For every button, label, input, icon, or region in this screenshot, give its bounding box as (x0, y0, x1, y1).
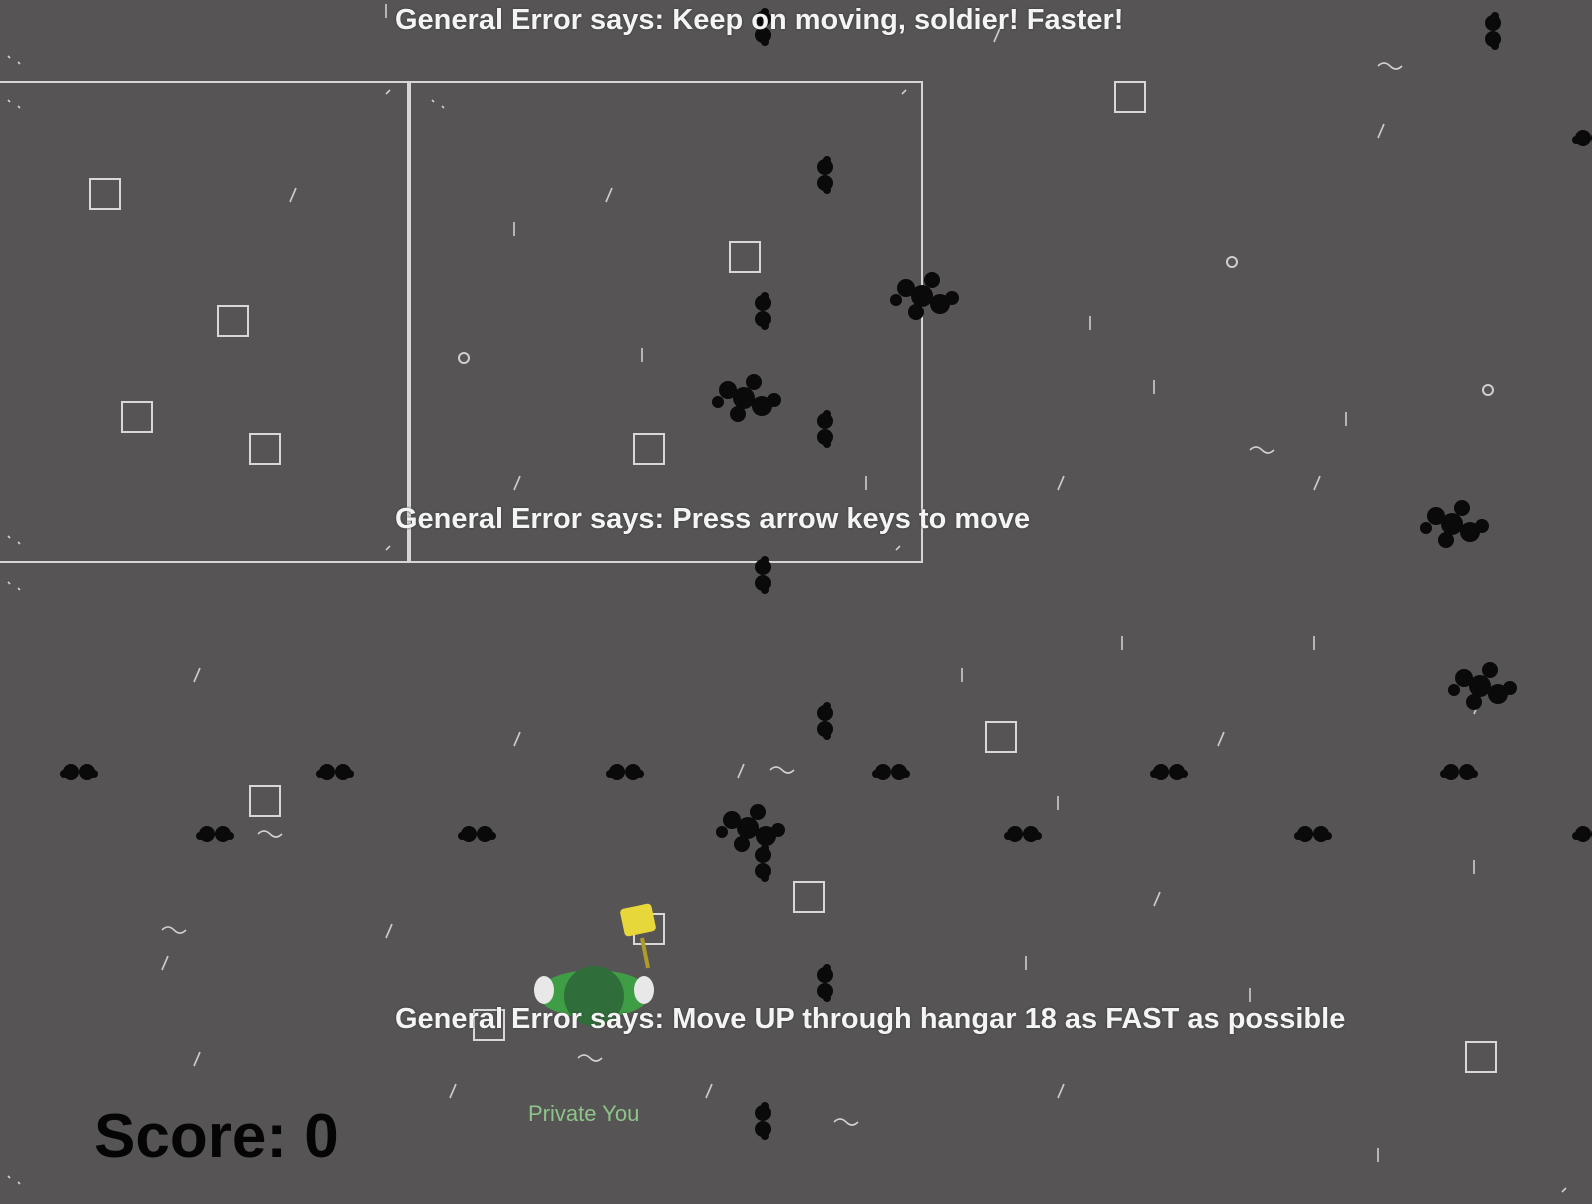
crate-icon (1114, 81, 1146, 113)
bolt-icon (1482, 384, 1494, 396)
general-message-bottom: General Error says: Move UP through hang… (395, 1003, 1346, 1035)
crate-icon (121, 401, 153, 433)
general-message-top: General Error says: Keep on moving, sold… (395, 4, 1124, 36)
hangar-zone-left (0, 81, 409, 563)
crate-icon (217, 305, 249, 337)
bolt-icon (458, 352, 470, 364)
bolt-icon (1226, 256, 1238, 268)
crate-icon (729, 241, 761, 273)
oil-blots (60, 8, 1592, 1140)
flag-icon (620, 903, 656, 969)
game-canvas[interactable]: General Error says: Keep on moving, sold… (0, 0, 1592, 1204)
score-display: Score: 0 (94, 1102, 339, 1171)
crate-icon (1465, 1041, 1497, 1073)
crate-icon (633, 433, 665, 465)
crate-icon (793, 881, 825, 913)
hangar-zone-right (409, 81, 923, 563)
player-name-label: Private You (528, 1101, 640, 1126)
crate-icon (985, 721, 1017, 753)
crate-icon (89, 178, 121, 210)
crate-icon (249, 785, 281, 817)
crate-icon (249, 433, 281, 465)
general-message-middle: General Error says: Press arrow keys to … (395, 503, 1031, 535)
